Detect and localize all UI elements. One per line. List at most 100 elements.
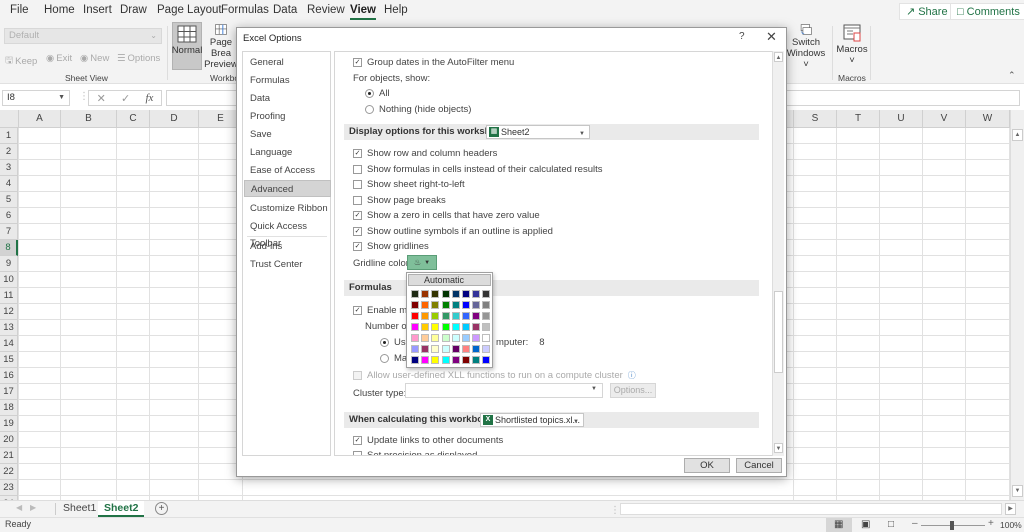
comments-button[interactable]: □ Comments: [950, 3, 1024, 20]
cluster-type-select[interactable]: ▼: [405, 383, 603, 398]
row-header[interactable]: 7: [0, 224, 18, 240]
keep-button[interactable]: 🖫 Keep: [5, 53, 37, 69]
color-swatch[interactable]: [482, 334, 491, 342]
checkbox-icon[interactable]: [353, 196, 362, 205]
scroll-up-icon[interactable]: ▲: [774, 52, 783, 62]
column-header[interactable]: A: [19, 110, 61, 128]
color-swatch[interactable]: [421, 290, 430, 298]
vertical-scrollbar[interactable]: ▲ ▼: [1010, 110, 1024, 500]
color-swatch[interactable]: [482, 290, 491, 298]
tab-insert[interactable]: Insert: [83, 4, 112, 16]
row-header[interactable]: 13: [0, 320, 18, 336]
scroll-splitter-icon[interactable]: ⋮: [610, 505, 620, 516]
color-swatch[interactable]: [411, 323, 419, 331]
nav-data[interactable]: Data: [244, 90, 331, 107]
column-header[interactable]: D: [150, 110, 199, 128]
color-swatch[interactable]: [451, 334, 460, 342]
show-gridlines-option[interactable]: ✓ Show gridlines: [353, 241, 429, 252]
show-formulas-option[interactable]: Show formulas in cells instead of their …: [353, 164, 603, 175]
nav-save[interactable]: Save: [244, 126, 331, 143]
row-header[interactable]: 16: [0, 368, 18, 384]
color-swatch[interactable]: [441, 356, 450, 364]
color-swatch[interactable]: [451, 345, 460, 353]
manual-threads-radio[interactable]: Ma: [380, 353, 407, 364]
color-swatch[interactable]: [421, 334, 430, 342]
tab-draw[interactable]: Draw: [120, 4, 147, 16]
show-headers-option[interactable]: ✓ Show row and column headers: [353, 148, 497, 159]
checkbox-icon[interactable]: [353, 180, 362, 189]
color-swatch[interactable]: [472, 334, 481, 342]
color-swatch[interactable]: [441, 301, 450, 309]
row-header[interactable]: 3: [0, 160, 18, 176]
nav-language[interactable]: Language: [244, 144, 331, 161]
row-header[interactable]: 10: [0, 272, 18, 288]
checkbox-checked-icon[interactable]: ✓: [353, 58, 362, 67]
color-swatch[interactable]: [451, 356, 460, 364]
add-sheet-icon[interactable]: +: [155, 502, 168, 515]
nav-customize-ribbon[interactable]: Customize Ribbon: [244, 200, 331, 217]
help-button[interactable]: ?: [739, 31, 745, 42]
horizontal-scrollbar[interactable]: [620, 503, 1002, 515]
zoom-in-button[interactable]: +: [988, 518, 994, 529]
color-swatch[interactable]: [462, 312, 470, 320]
next-sheet-icon[interactable]: ▶: [30, 503, 36, 512]
row-header[interactable]: 15: [0, 352, 18, 368]
worksheet-select[interactable]: ▦ Sheet2 ▼: [486, 125, 590, 139]
sheet-view-select[interactable]: Default ⌄: [4, 28, 162, 44]
row-header[interactable]: 6: [0, 208, 18, 224]
radio-selected-icon[interactable]: [365, 89, 374, 98]
color-swatch[interactable]: [482, 301, 491, 309]
close-icon[interactable]: ✕: [766, 29, 777, 45]
color-swatch[interactable]: [431, 312, 440, 320]
row-header[interactable]: 20: [0, 432, 18, 448]
switch-windows-button[interactable]: Switch Windows ˅: [786, 22, 826, 70]
color-swatch[interactable]: [421, 301, 430, 309]
row-header[interactable]: 19: [0, 416, 18, 432]
color-swatch[interactable]: [431, 345, 440, 353]
row-header[interactable]: 17: [0, 384, 18, 400]
nav-formulas[interactable]: Formulas: [244, 72, 331, 89]
radio-selected-icon[interactable]: [380, 338, 389, 347]
color-swatch[interactable]: [411, 290, 419, 298]
checkbox-icon[interactable]: [353, 165, 362, 174]
exit-button[interactable]: ◉ Exit: [46, 53, 72, 64]
cancel-button[interactable]: Cancel: [736, 458, 782, 473]
color-swatch[interactable]: [451, 301, 460, 309]
group-dates-option[interactable]: ✓ Group dates in the AutoFilter menu: [353, 57, 514, 68]
color-swatch[interactable]: [462, 345, 470, 353]
color-swatch[interactable]: [462, 301, 470, 309]
radio-icon[interactable]: [380, 354, 389, 363]
zoom-out-button[interactable]: –: [912, 518, 918, 529]
color-swatch[interactable]: [451, 290, 460, 298]
tab-review[interactable]: Review: [307, 4, 345, 16]
sheet-tab-sheet2[interactable]: Sheet2: [98, 501, 145, 517]
sheet-tab-sheet1[interactable]: Sheet1: [57, 501, 102, 517]
nav-ease-of-access[interactable]: Ease of Access: [244, 162, 331, 179]
page-break-preview-button[interactable]: Page Brea Preview: [203, 22, 239, 70]
row-header[interactable]: 22: [0, 464, 18, 480]
color-swatch[interactable]: [451, 312, 460, 320]
row-header[interactable]: 4: [0, 176, 18, 192]
color-swatch[interactable]: [411, 345, 419, 353]
name-box[interactable]: I8 ▼: [2, 90, 70, 106]
macros-button[interactable]: Macros ˅: [836, 22, 868, 70]
row-header[interactable]: 18: [0, 400, 18, 416]
color-swatch[interactable]: [462, 323, 470, 331]
color-swatch[interactable]: [441, 334, 450, 342]
color-swatch[interactable]: [421, 345, 430, 353]
share-button[interactable]: ↗ Share: [899, 3, 955, 20]
select-all-corner[interactable]: [0, 110, 19, 128]
scroll-right-icon[interactable]: ▶: [1005, 503, 1016, 515]
color-swatch[interactable]: [431, 290, 440, 298]
color-swatch[interactable]: [421, 356, 430, 364]
checkbox-checked-icon[interactable]: ✓: [353, 242, 362, 251]
column-header[interactable]: S: [794, 110, 837, 128]
collapse-ribbon-icon[interactable]: ⌃: [1008, 70, 1016, 81]
scroll-up-icon[interactable]: ▲: [1012, 129, 1023, 141]
objects-nothing-radio[interactable]: Nothing (hide objects): [365, 104, 471, 115]
column-header[interactable]: T: [837, 110, 880, 128]
row-header[interactable]: 11: [0, 288, 18, 304]
nav-proofing[interactable]: Proofing: [244, 108, 331, 125]
tab-formulas[interactable]: Formulas: [221, 4, 269, 16]
color-swatch[interactable]: [482, 312, 491, 320]
